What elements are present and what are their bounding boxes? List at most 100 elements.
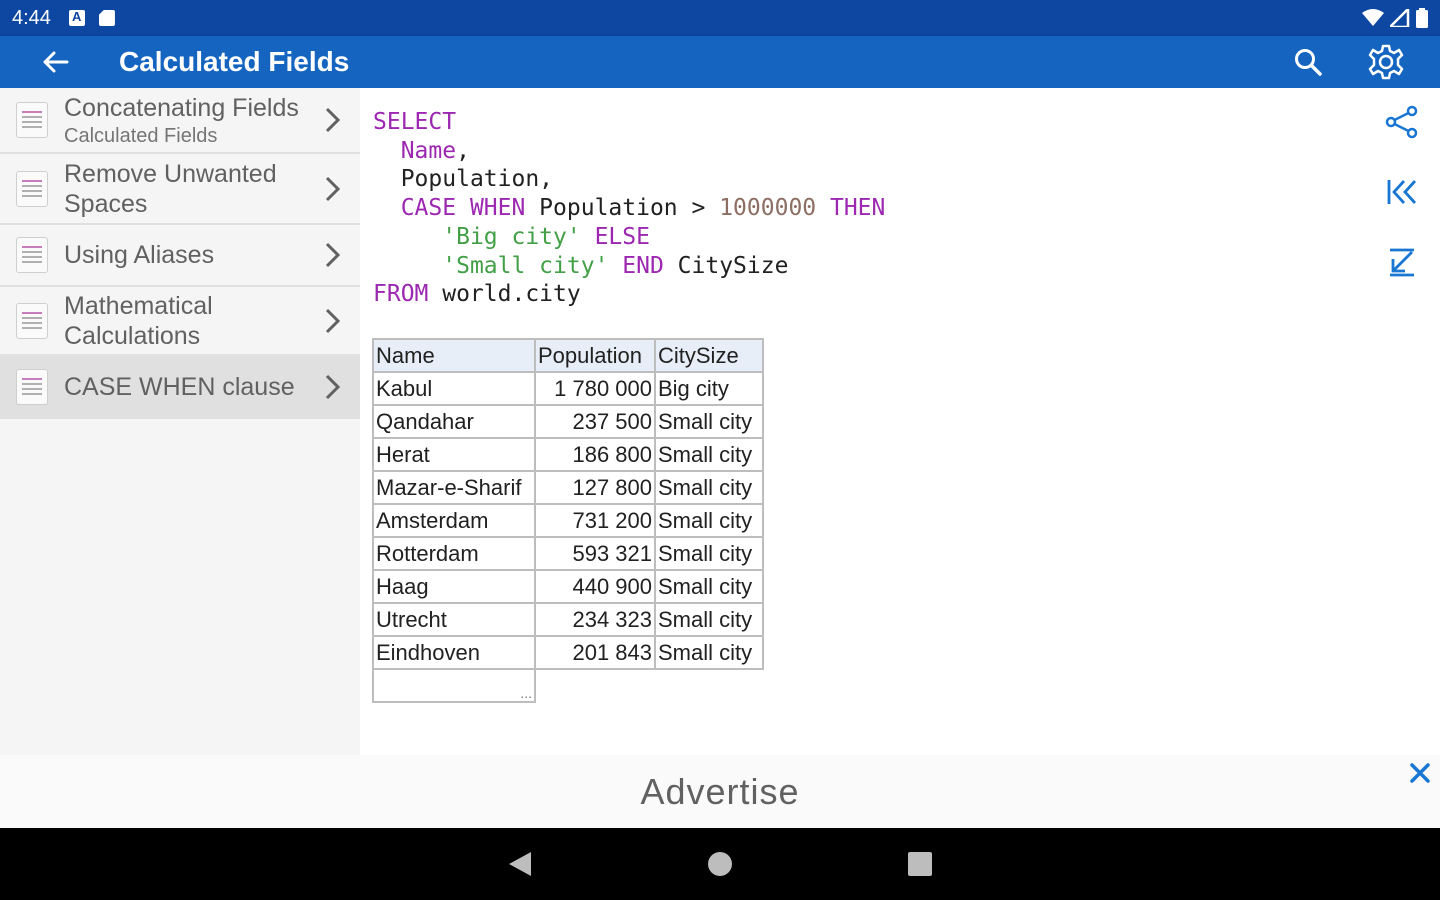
circle-home-icon [708, 852, 732, 876]
tool-column [1378, 102, 1426, 282]
fit-button[interactable] [1378, 242, 1426, 282]
list-item-remove-unwanted-spaces[interactable]: Remove Unwanted Spaces [0, 154, 360, 225]
table-cell: Herat [372, 437, 536, 472]
table-cell: 440 900 [534, 569, 656, 604]
list-item-mathematical-calculations[interactable]: Mathematical Calculations [0, 287, 360, 356]
search-icon [1295, 49, 1322, 76]
app-bar: Calculated Fields [0, 36, 1440, 88]
lesson-list: Concatenating Fields Calculated Fields R… [0, 88, 360, 755]
chevron-right-icon [325, 242, 341, 268]
table-row: Utrecht 234 323 Small city [372, 602, 764, 637]
list-item-title: Concatenating Fields [64, 93, 299, 122]
list-item-title: Mathematical Calculations [64, 291, 213, 350]
chevron-right-icon [325, 176, 341, 201]
settings-button[interactable] [1362, 38, 1410, 86]
more-rows-button[interactable]: ... [372, 668, 536, 703]
table-cell: Small city [654, 635, 764, 670]
first-page-button[interactable] [1378, 172, 1426, 212]
list-item-title: Remove Unwanted Spaces [64, 159, 277, 218]
nav-home-button[interactable] [700, 844, 740, 884]
code-keyword: SELECT [373, 109, 457, 135]
status-right-icons [1362, 8, 1428, 28]
code-keyword: FROM [373, 281, 429, 308]
square-recents-icon [908, 852, 932, 876]
table-cell: Small city [654, 470, 764, 505]
sd-card-icon [98, 10, 115, 26]
table-row: Eindhoven 201 843 Small city [372, 635, 764, 670]
battery-icon [1416, 8, 1428, 28]
list-item-concatenating-fields[interactable]: Concatenating Fields Calculated Fields [0, 88, 360, 154]
ad-close-button[interactable] [1404, 757, 1436, 789]
list-item-subtitle: Calculated Fields [64, 124, 218, 147]
list-item-using-aliases[interactable]: Using Aliases [0, 225, 360, 287]
ad-banner[interactable]: Advertise [0, 755, 1440, 828]
table-cell: 234 323 [534, 602, 656, 637]
table-cell: Mazar-e-Sharif [372, 470, 536, 505]
list-item-case-when-clause[interactable]: CASE WHEN clause [0, 356, 360, 419]
table-cell: Kabul [372, 371, 536, 406]
table-cell: 201 843 [534, 635, 656, 670]
table-more-row: ... [372, 668, 763, 703]
table-cell: 127 800 [534, 470, 656, 505]
table-cell: Rotterdam [372, 536, 536, 571]
table-cell: Amsterdam [372, 503, 536, 538]
back-button[interactable] [27, 36, 83, 88]
share-button[interactable] [1378, 102, 1426, 142]
table-cell: Small city [654, 503, 764, 538]
code-text: world.city [428, 281, 581, 308]
table-row: Qandahar 237 500 Small city [372, 404, 764, 439]
code-keyword: THEN [816, 195, 886, 222]
ad-text: Advertise [640, 770, 800, 812]
table-row: Amsterdam 731 200 Small city [372, 503, 764, 538]
table-cell: Small city [654, 437, 764, 472]
table-row: Herat 186 800 Small city [372, 437, 764, 472]
table-row: Kabul 1 780 000 Big city [372, 371, 764, 406]
document-icon [16, 170, 48, 207]
table-cell: 1 780 000 [534, 371, 656, 406]
code-string: 'Big city' [442, 223, 581, 250]
list-item-title: Using Aliases [64, 241, 215, 269]
table-row: Rotterdam 593 321 Small city [372, 536, 764, 571]
table-cell: Small city [654, 569, 764, 604]
page-title: Calculated Fields [119, 46, 350, 77]
table-header-row: Name Population CitySize [372, 338, 764, 373]
document-icon [16, 102, 48, 138]
search-button[interactable] [1284, 38, 1332, 86]
triangle-back-icon [509, 852, 531, 876]
code-field: Name [400, 137, 457, 164]
code-text: Population > [525, 195, 720, 222]
nav-back-button[interactable] [500, 844, 540, 884]
code-keyword: ELSE [580, 223, 650, 250]
list-item-title: CASE WHEN clause [64, 372, 295, 401]
arrow-left-icon [43, 51, 69, 73]
column-header: Name [372, 338, 536, 373]
system-nav-bar [0, 828, 1440, 900]
code-text: CitySize [663, 252, 789, 279]
result-table: Name Population CitySize Kabul 1 780 000 B… [372, 338, 764, 703]
table-cell: Small city [654, 602, 764, 637]
code-punct: , [456, 137, 470, 164]
document-icon [16, 368, 48, 405]
column-header: Population [534, 338, 656, 373]
code-keyword: END [608, 252, 664, 279]
code-keyword: CASE WHEN [400, 195, 526, 222]
first-page-icon [1387, 180, 1417, 204]
wifi-icon [1362, 9, 1384, 26]
chevron-right-icon [325, 308, 341, 333]
table-cell: 186 800 [534, 437, 656, 472]
table-cell: Small city [654, 404, 764, 439]
nav-recents-button[interactable] [900, 844, 940, 884]
table-cell: Big city [654, 371, 764, 406]
signal-icon [1390, 9, 1410, 27]
sql-code: SELECT Name, Population, CASE WHEN Popul… [373, 108, 885, 309]
table-cell: Utrecht [372, 602, 536, 637]
table-cell: Qandahar [372, 404, 536, 439]
fit-icon [1390, 248, 1414, 277]
table-cell: 731 200 [534, 503, 656, 538]
document-icon [16, 237, 48, 273]
code-line: Population, [400, 166, 554, 193]
close-icon [1410, 763, 1430, 783]
main-content: SELECT Name, Population, CASE WHEN Popul… [360, 88, 1440, 755]
notification-icon [68, 9, 85, 26]
code-string: 'Small city' [442, 252, 609, 279]
